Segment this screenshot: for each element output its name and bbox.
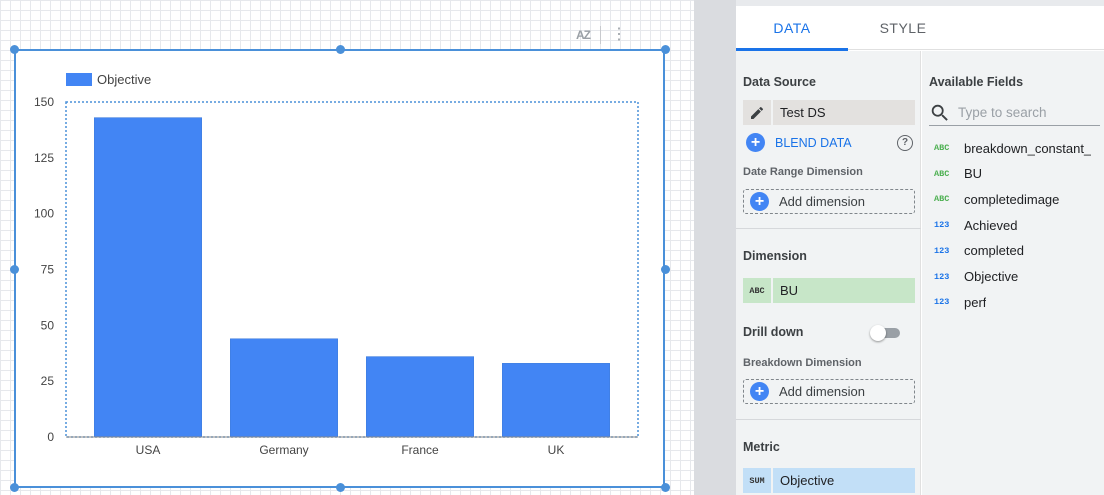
date-range-title: Date Range Dimension bbox=[743, 166, 863, 178]
field-item[interactable]: ABC BU bbox=[934, 164, 1102, 184]
bar-uk bbox=[502, 363, 610, 438]
field-item[interactable]: ABC breakdown_constant_ bbox=[934, 138, 1102, 158]
dimension-chip-bu[interactable]: ABC BU bbox=[743, 278, 915, 303]
resize-handle-top-left[interactable] bbox=[10, 45, 19, 54]
number-type-icon: 123 bbox=[934, 297, 950, 308]
x-tick-label: UK bbox=[548, 443, 565, 457]
x-tick-label: Germany bbox=[259, 443, 308, 457]
y-tick-label: 0 bbox=[47, 430, 54, 444]
search-icon bbox=[929, 102, 951, 124]
bar-usa bbox=[94, 117, 202, 438]
text-type-icon: ABC bbox=[934, 168, 950, 179]
plus-icon: + bbox=[750, 382, 769, 401]
metric-title: Metric bbox=[743, 440, 780, 454]
field-item[interactable]: 123 Achieved bbox=[934, 215, 1102, 235]
y-tick-label: 25 bbox=[41, 374, 55, 388]
breakdown-title: Breakdown Dimension bbox=[743, 357, 862, 369]
field-name: Achieved bbox=[964, 217, 1018, 233]
number-type-icon: 123 bbox=[934, 245, 950, 256]
field-name: BU bbox=[964, 166, 983, 182]
legend-swatch bbox=[66, 73, 92, 86]
y-tick-label: 125 bbox=[34, 151, 54, 165]
data-source-title: Data Source bbox=[743, 75, 816, 89]
field-name: Objective bbox=[964, 269, 1019, 284]
number-type-icon: 123 bbox=[934, 271, 950, 282]
field-item[interactable]: 123 Objective bbox=[934, 267, 1102, 287]
resize-handle-bottom-right[interactable] bbox=[661, 483, 670, 492]
bar-chart: 0 25 50 75 100 125 150 USA Germany France UK Object… bbox=[34, 72, 639, 457]
section-divider bbox=[736, 228, 921, 229]
properties-panel: DATA STYLE Data Source Test DS + BLEND D… bbox=[736, 0, 1104, 495]
x-tick-label: USA bbox=[136, 443, 161, 457]
drill-down-toggle[interactable] bbox=[870, 325, 900, 341]
report-canvas: AZ ⋮ 0 25 50 75 100 125 150 USA Germany France UK O… bbox=[0, 0, 694, 495]
text-type-icon: ABC bbox=[934, 194, 950, 205]
y-tick-label: 150 bbox=[34, 95, 54, 109]
metric-chip-label: Objective bbox=[780, 473, 835, 488]
blend-data-button[interactable]: + BLEND DATA bbox=[746, 133, 852, 152]
resize-handle-middle-right[interactable] bbox=[661, 265, 670, 274]
field-name: completedimage bbox=[964, 191, 1060, 207]
data-config-column: Data Source Test DS + BLEND DATA ? Date … bbox=[736, 51, 921, 495]
drill-down-label: Drill down bbox=[743, 325, 804, 339]
section-divider bbox=[736, 419, 921, 420]
add-dimension-label: Add dimension bbox=[779, 384, 865, 399]
field-search bbox=[929, 100, 1100, 126]
dimension-chip-label: BU bbox=[780, 283, 799, 298]
search-input[interactable] bbox=[958, 105, 1088, 120]
dimension-title: Dimension bbox=[743, 249, 807, 263]
data-source-name: Test DS bbox=[780, 105, 826, 120]
add-date-range-dimension[interactable]: + Add dimension bbox=[743, 189, 915, 214]
plus-icon: + bbox=[746, 133, 765, 152]
add-breakdown-dimension[interactable]: + Add dimension bbox=[743, 379, 915, 404]
tab-data[interactable]: DATA bbox=[736, 6, 848, 51]
field-item[interactable]: ABC completedimage bbox=[934, 189, 1102, 209]
add-dimension-label: Add dimension bbox=[779, 194, 865, 209]
sum-aggregation-icon[interactable]: SUM bbox=[743, 468, 773, 493]
data-source-chip[interactable]: Test DS bbox=[743, 100, 915, 125]
pencil-icon[interactable] bbox=[743, 100, 773, 125]
resize-handle-bottom-left[interactable] bbox=[10, 483, 19, 492]
resize-handle-middle-left[interactable] bbox=[10, 265, 19, 274]
text-type-icon: ABC bbox=[743, 278, 773, 303]
y-tick-label: 75 bbox=[41, 263, 55, 277]
metric-chip-objective[interactable]: SUM Objective bbox=[743, 468, 915, 493]
resize-handle-top-right[interactable] bbox=[661, 45, 670, 54]
field-item[interactable]: 123 completed bbox=[934, 241, 1102, 261]
field-name: completed bbox=[964, 243, 1024, 259]
tab-style[interactable]: STYLE bbox=[848, 6, 958, 50]
x-tick-label: France bbox=[401, 443, 439, 457]
text-type-icon: ABC bbox=[934, 143, 950, 153]
field-name: breakdown_constant_ bbox=[964, 140, 1092, 156]
help-icon[interactable]: ? bbox=[897, 135, 913, 151]
plus-icon: + bbox=[750, 192, 769, 211]
y-tick-label: 100 bbox=[34, 207, 54, 221]
panel-tabs: DATA STYLE bbox=[736, 6, 1104, 51]
field-item[interactable]: 123 perf bbox=[934, 292, 1102, 312]
bar-france bbox=[366, 356, 474, 438]
legend-label: Objective bbox=[97, 72, 151, 87]
available-fields-title: Available Fields bbox=[929, 75, 1024, 89]
bar-germany bbox=[230, 338, 338, 438]
field-name: perf bbox=[964, 294, 987, 310]
y-tick-label: 50 bbox=[41, 318, 55, 332]
toggle-knob bbox=[870, 325, 886, 341]
blend-data-label: BLEND DATA bbox=[775, 135, 852, 150]
panel-gutter bbox=[694, 0, 736, 495]
available-fields-column: Available Fields ABCbreakdown_constant_A… bbox=[922, 51, 1104, 495]
resize-handle-bottom-center[interactable] bbox=[336, 483, 345, 492]
number-type-icon: 123 bbox=[934, 220, 950, 231]
resize-handle-top-center[interactable] bbox=[336, 45, 345, 54]
